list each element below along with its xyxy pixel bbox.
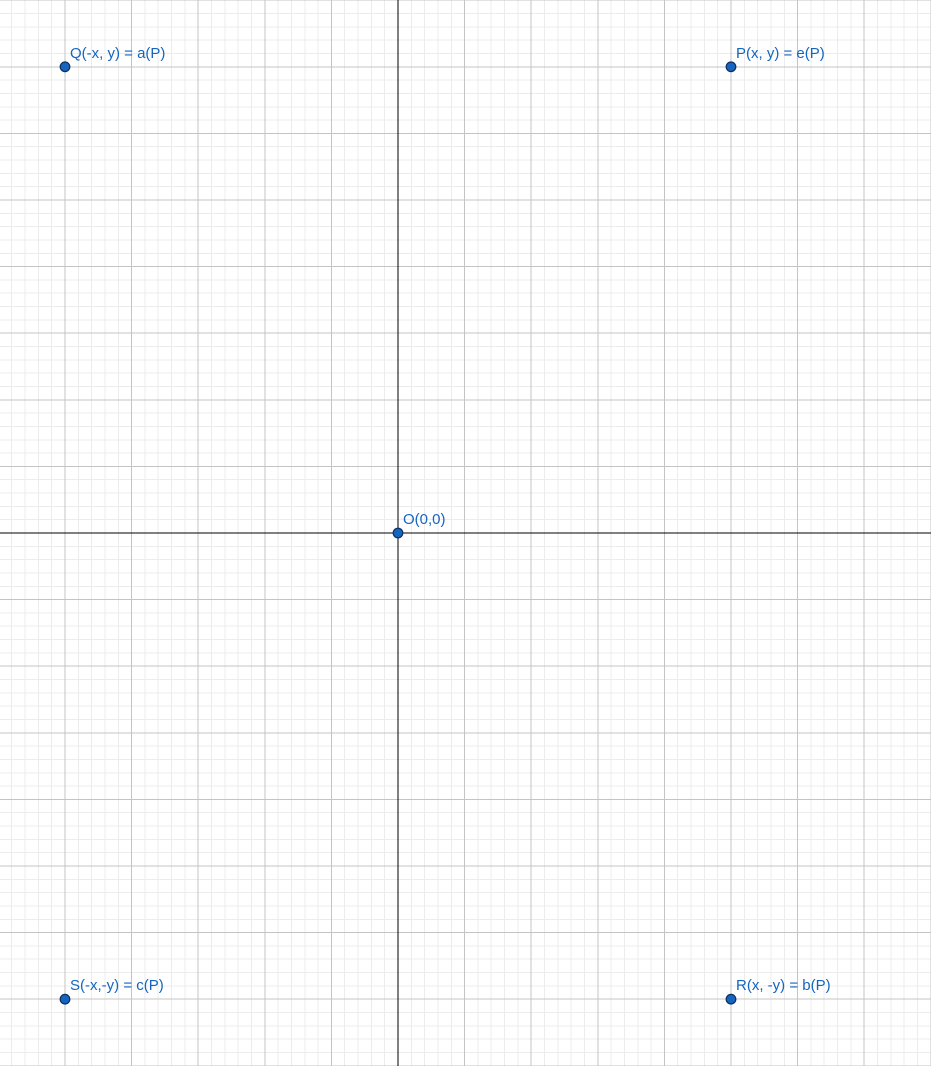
point-marker[interactable] xyxy=(59,61,71,73)
point-marker[interactable] xyxy=(59,993,71,1005)
point-marker[interactable] xyxy=(725,993,737,1005)
point-label: Q(-x, y) = a(P) xyxy=(70,45,165,62)
point-label: O(0,0) xyxy=(403,511,446,528)
point-label: P(x, y) = e(P) xyxy=(736,45,825,62)
coordinate-plane: P(x, y) = e(P) Q(-x, y) = a(P) O(0,0) S(-x,… xyxy=(0,0,931,1066)
point-marker[interactable] xyxy=(392,527,404,539)
point-marker[interactable] xyxy=(725,61,737,73)
point-q[interactable]: Q(-x, y) = a(P) xyxy=(59,45,165,73)
point-r[interactable]: R(x, -y) = b(P) xyxy=(725,977,831,1005)
points-layer: P(x, y) = e(P) Q(-x, y) = a(P) O(0,0) S(-x,… xyxy=(59,45,831,1005)
point-label: S(-x,-y) = c(P) xyxy=(70,977,164,994)
point-label: R(x, -y) = b(P) xyxy=(736,977,831,994)
point-s[interactable]: S(-x,-y) = c(P) xyxy=(59,977,164,1005)
point-p[interactable]: P(x, y) = e(P) xyxy=(725,45,825,73)
